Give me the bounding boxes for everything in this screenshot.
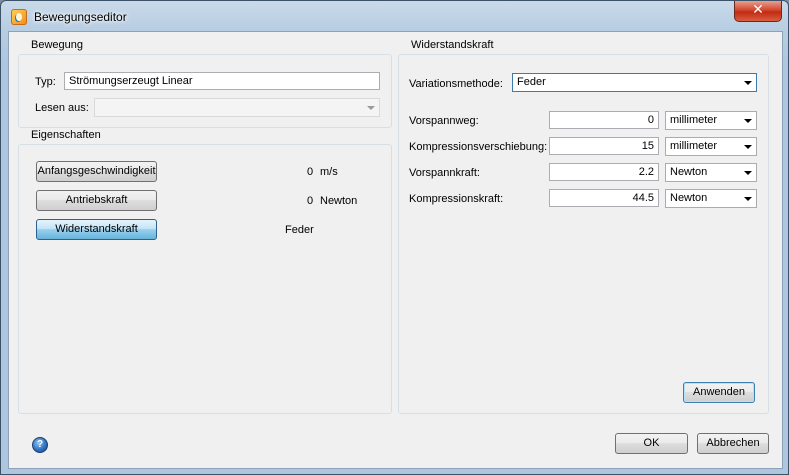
close-button[interactable]: ✕	[734, 1, 782, 22]
antriebskraft-value: 0	[307, 195, 314, 207]
title-bar[interactable]: Bewegungseditor ✕	[1, 1, 788, 31]
bewegung-legend: Bewegung	[31, 39, 83, 51]
kompressionskraft-unit: Newton	[670, 192, 708, 204]
widerstandskraft-value: Feder	[285, 224, 314, 236]
vorspannweg-label: Vorspannweg:	[409, 115, 479, 127]
chevron-down-icon	[744, 81, 752, 85]
vorspannkraft-input[interactable]: 2.2	[549, 163, 659, 181]
widerstandskraft-button[interactable]: Widerstandskraft	[36, 219, 157, 240]
vorspannkraft-unit-select[interactable]: Newton	[665, 163, 757, 182]
chevron-down-icon	[744, 197, 752, 201]
variationsmethode-value: Feder	[517, 76, 546, 88]
help-icon[interactable]: ?	[32, 437, 48, 453]
dialog-body: Bewegung Typ: Strömungserzeugt Linear Le…	[8, 31, 783, 469]
variationsmethode-label: Variationsmethode:	[409, 78, 503, 90]
widerstandskraft-legend: Widerstandskraft	[411, 39, 494, 51]
anfangsgeschwindigkeit-unit: m/s	[320, 166, 338, 178]
app-logo-icon	[11, 9, 27, 25]
vorspannweg-input[interactable]: 0	[549, 111, 659, 129]
editor-window: Bewegungseditor ✕ Bewegung Typ: Strömung…	[0, 0, 789, 475]
antriebskraft-unit: Newton	[320, 195, 358, 207]
eigenschaften-group: Eigenschaften Anfangsgeschwindigkeit 0 m…	[18, 129, 392, 414]
cancel-button[interactable]: Abbrechen	[697, 433, 769, 454]
anfangsgeschwindigkeit-button[interactable]: Anfangsgeschwindigkeit	[36, 161, 157, 182]
chevron-down-icon	[744, 171, 752, 175]
bewegung-group: Bewegung Typ: Strömungserzeugt Linear Le…	[18, 39, 392, 128]
vorspannkraft-unit: Newton	[670, 166, 708, 178]
typ-field[interactable]: Strömungserzeugt Linear	[64, 72, 380, 90]
widerstandskraft-group: Widerstandskraft Variationsmethode: Fede…	[398, 39, 769, 414]
vorspannkraft-label: Vorspannkraft:	[409, 167, 480, 179]
anfangsgeschwindigkeit-value: 0	[307, 166, 314, 178]
eigenschaften-legend: Eigenschaften	[31, 129, 101, 141]
anwenden-button[interactable]: Anwenden	[683, 382, 755, 403]
vorspannweg-unit-select[interactable]: millimeter	[665, 111, 757, 130]
chevron-down-icon	[744, 145, 752, 149]
kompressionsverschiebung-unit-select[interactable]: millimeter	[665, 137, 757, 156]
kompressionsverschiebung-unit: millimeter	[670, 140, 718, 152]
kompressionskraft-unit-select[interactable]: Newton	[665, 189, 757, 208]
variationsmethode-select[interactable]: Feder	[512, 73, 757, 92]
kompressionskraft-label: Kompressionskraft:	[409, 193, 504, 205]
chevron-down-icon	[367, 106, 375, 110]
ok-button[interactable]: OK	[615, 433, 688, 454]
window-title: Bewegungseditor	[34, 10, 127, 24]
chevron-down-icon	[744, 119, 752, 123]
vorspannweg-unit: millimeter	[670, 114, 718, 126]
kompressionskraft-input[interactable]: 44.5	[549, 189, 659, 207]
typ-label: Typ:	[35, 76, 56, 88]
kompressionsverschiebung-label: Kompressionsverschiebung:	[409, 141, 548, 153]
kompressionsverschiebung-input[interactable]: 15	[549, 137, 659, 155]
lesen-label: Lesen aus:	[35, 102, 89, 114]
lesen-select[interactable]	[94, 98, 380, 117]
antriebskraft-button[interactable]: Antriebskraft	[36, 190, 157, 211]
